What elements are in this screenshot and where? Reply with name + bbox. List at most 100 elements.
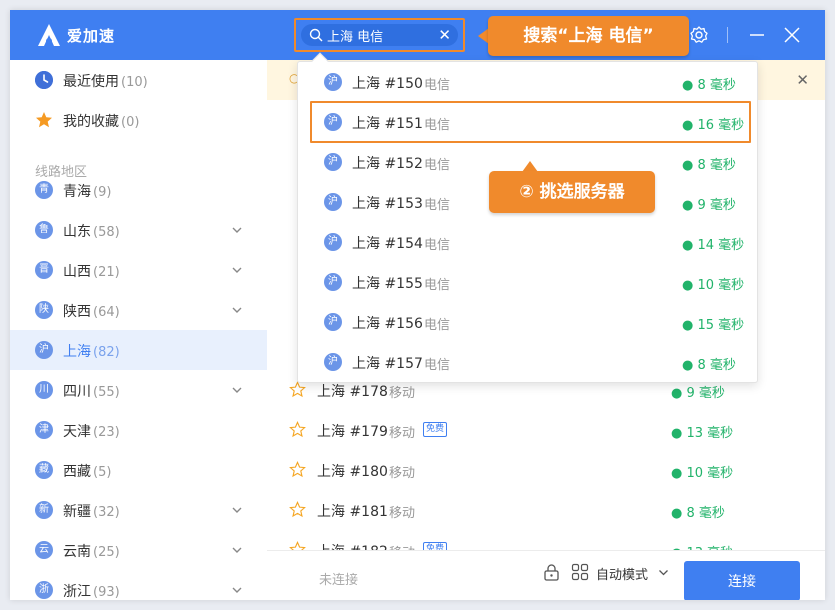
- app-logo-icon: [38, 24, 60, 46]
- sidebar-item-shanxi[interactable]: 晋 山西 (21): [10, 250, 267, 290]
- sidebar-item-count: (64): [93, 305, 120, 320]
- chevron-down-icon[interactable]: [231, 504, 243, 516]
- sidebar-item-count: (9): [93, 185, 112, 200]
- sidebar-item-label: 最近使用: [63, 74, 119, 90]
- search-result-item[interactable]: 沪 上海 #150 电信 ● 8 毫秒: [298, 62, 757, 102]
- server-name: 上海 #178: [317, 384, 388, 400]
- search-box[interactable]: ✕: [301, 24, 458, 46]
- sidebar-item-label: 西藏: [63, 464, 91, 480]
- search-result-item[interactable]: 沪 上海 #155 电信 ● 10 毫秒: [298, 262, 757, 302]
- chevron-down-icon[interactable]: [231, 584, 243, 596]
- server-isp: 电信: [424, 198, 451, 213]
- app-name: 爱加速: [67, 27, 116, 45]
- sidebar-item-yunnan[interactable]: 云 云南 (25): [10, 530, 267, 570]
- sidebar-item-label: 四川: [63, 384, 91, 400]
- sidebar-item-label: 上海: [63, 344, 91, 360]
- sidebar-item-count: (82): [93, 345, 120, 360]
- sidebar-item-favorites[interactable]: 我的收藏 (0): [10, 100, 267, 140]
- sidebar-item-label: 新疆: [63, 504, 91, 520]
- favorite-star-icon[interactable]: [289, 381, 306, 398]
- sidebar-item-tianjin[interactable]: 津 天津 (23): [10, 410, 267, 450]
- search-tip-callout: 搜索“上海 电信”: [478, 16, 689, 56]
- chevron-down-icon[interactable]: [231, 304, 243, 316]
- sidebar-item-xizang[interactable]: 藏 西藏 (5): [10, 450, 267, 490]
- sidebar-item-recent[interactable]: 最近使用 (10): [10, 60, 267, 100]
- region-badge: 沪: [324, 153, 342, 171]
- server-row[interactable]: 上海 #180 移动 ● 10 毫秒: [267, 450, 825, 490]
- chevron-down-icon[interactable]: [231, 384, 243, 396]
- favorite-star-icon[interactable]: [289, 421, 306, 438]
- region-badge: 沪: [324, 73, 342, 91]
- connect-button[interactable]: 连接: [684, 561, 800, 600]
- sidebar-item-count: (23): [93, 425, 120, 440]
- server-name: 上海 #153: [352, 196, 423, 212]
- server-isp: 移动: [389, 426, 416, 441]
- chevron-down-icon[interactable]: [231, 544, 243, 556]
- sidebar-item-shandong[interactable]: 鲁 山东 (58): [10, 210, 267, 250]
- chevron-down-icon[interactable]: [658, 567, 669, 578]
- server-latency: ● 15 毫秒: [682, 318, 745, 333]
- app-window: 爱加速 ✕ 搜索“上海 电信”: [10, 10, 825, 600]
- select-server-callout: ② 挑选服务器: [489, 161, 655, 213]
- mode-select[interactable]: 自动模式: [596, 564, 648, 583]
- region-badge: 陕: [35, 301, 53, 319]
- mode-grid-icon: [571, 563, 589, 581]
- sidebar-item-label: 陕西: [63, 304, 91, 320]
- server-name: 上海 #156: [352, 316, 423, 332]
- minimize-icon[interactable]: [747, 25, 767, 45]
- server-name: 上海 #180: [317, 464, 388, 480]
- sidebar-item-label: 浙江: [63, 584, 91, 600]
- region-badge: 沪: [35, 341, 53, 359]
- chevron-down-icon[interactable]: [231, 264, 243, 276]
- sidebar-item-label: 天津: [63, 424, 91, 440]
- clock-icon: [35, 71, 53, 89]
- server-isp: 电信: [424, 238, 451, 253]
- server-isp: 移动: [389, 386, 416, 401]
- sidebar-item-count: (93): [93, 585, 120, 600]
- sidebar-item-sichuan[interactable]: 川 四川 (55): [10, 370, 267, 410]
- sidebar-item-count: (58): [93, 225, 120, 240]
- server-latency: ● 10 毫秒: [671, 466, 734, 481]
- favorite-star-icon[interactable]: [289, 461, 306, 478]
- server-latency: ● 8 毫秒: [682, 158, 736, 173]
- region-badge: 沪: [324, 313, 342, 331]
- sidebar-item-xinjiang[interactable]: 新 新疆 (32): [10, 490, 267, 530]
- close-window-icon[interactable]: [782, 25, 802, 45]
- server-isp: 移动: [389, 506, 416, 521]
- sidebar-item-count: (10): [121, 75, 148, 90]
- settings-gear-icon[interactable]: [689, 25, 709, 45]
- chevron-down-icon[interactable]: [231, 224, 243, 236]
- server-name: 上海 #154: [352, 236, 423, 252]
- sidebar-item-label: 山西: [63, 264, 91, 280]
- server-latency: ● 10 毫秒: [682, 278, 745, 293]
- sidebar-item-zhejiang[interactable]: 浙 浙江 (93): [10, 570, 267, 600]
- sidebar-item-count: (25): [93, 545, 120, 560]
- favorite-star-icon[interactable]: [289, 501, 306, 518]
- clear-search-icon[interactable]: ✕: [438, 26, 451, 44]
- server-latency: ● 9 毫秒: [682, 198, 736, 213]
- server-isp: 电信: [424, 318, 451, 333]
- lock-icon[interactable]: [543, 563, 560, 581]
- sidebar-item-shaanxi[interactable]: 陕 陕西 (64): [10, 290, 267, 330]
- search-result-item[interactable]: 沪 上海 #157 电信 ● 8 毫秒: [298, 342, 757, 382]
- region-badge: 沪: [324, 273, 342, 291]
- region-badge: 津: [35, 421, 53, 439]
- search-highlight-box: ✕: [294, 18, 465, 52]
- region-badge: 云: [35, 541, 53, 559]
- server-row[interactable]: 上海 #181 移动 ● 8 毫秒: [267, 490, 825, 530]
- region-badge: 沪: [324, 233, 342, 251]
- region-badge: 鲁: [35, 221, 53, 239]
- close-notice-icon[interactable]: ✕: [796, 71, 809, 89]
- server-latency: ● 8 毫秒: [682, 358, 736, 373]
- server-isp: 电信: [424, 278, 451, 293]
- sidebar-item-count: (21): [93, 265, 120, 280]
- sidebar-item-shanghai[interactable]: 沪 上海 (82): [10, 330, 267, 370]
- search-input[interactable]: [327, 26, 437, 44]
- server-name: 上海 #179: [317, 424, 388, 440]
- search-result-item[interactable]: 沪 上海 #156 电信 ● 15 毫秒: [298, 302, 757, 342]
- region-sidebar: 最近使用 (10) 我的收藏 (0) 线路地区 青 青海 (9) 鲁 山东 (58) 晋…: [10, 60, 267, 600]
- server-name: 上海 #155: [352, 276, 423, 292]
- search-result-item[interactable]: 沪 上海 #154 电信 ● 14 毫秒: [298, 222, 757, 262]
- server-row[interactable]: 上海 #179 移动 免费 ● 13 毫秒: [267, 410, 825, 450]
- sidebar-item-qinghai[interactable]: 青 青海 (9): [10, 170, 267, 210]
